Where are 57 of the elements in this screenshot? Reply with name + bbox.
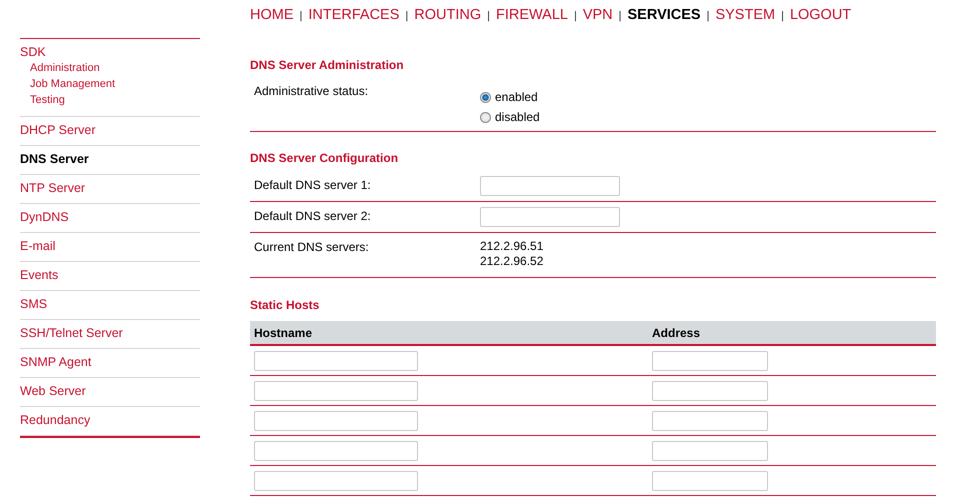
sidebar-item[interactable]: E-mail — [20, 239, 56, 254]
field-label: Administrative status: — [254, 84, 370, 100]
sidebar-item[interactable]: SMS — [20, 297, 48, 312]
column-header: Hostname — [253, 326, 314, 340]
address-field[interactable] — [652, 380, 768, 400]
nav-link[interactable]: SYSTEM — [715, 7, 776, 23]
nav-link[interactable]: HOME — [250, 7, 294, 23]
sidebar-subitem[interactable]: Job Management — [30, 76, 115, 92]
nav-link[interactable]: SERVICES — [628, 7, 701, 23]
address-field[interactable] — [652, 350, 768, 370]
address-field[interactable] — [652, 440, 768, 460]
sidebar-subitem[interactable]: Testing — [30, 92, 65, 108]
sidebar-item[interactable]: SSH/Telnet Server — [20, 326, 123, 341]
sidebar-item[interactable]: SDK — [20, 45, 46, 60]
hostname-field[interactable] — [254, 440, 418, 460]
sidebar-item[interactable]: SNMP Agent — [20, 355, 92, 370]
nav-link[interactable]: ROUTING — [414, 7, 482, 23]
radio-button[interactable] — [480, 112, 491, 122]
nav-separator: | — [706, 10, 710, 22]
hostname-field[interactable] — [254, 410, 418, 430]
address-field[interactable] — [652, 470, 768, 490]
section-title: Static Hosts — [250, 298, 320, 312]
nav-separator: | — [405, 10, 408, 22]
nav-link[interactable]: FIREWALL — [496, 7, 568, 23]
radio-button[interactable] — [480, 92, 491, 102]
nav-link[interactable]: INTERFACES — [308, 7, 400, 23]
sidebar-item[interactable]: Redundancy — [20, 413, 90, 428]
server-address: 212.2.96.52 — [480, 254, 544, 269]
radio-label: enabled — [495, 90, 538, 104]
sidebar-item[interactable]: DHCP Server — [20, 123, 96, 138]
hostname-field[interactable] — [254, 350, 418, 370]
input-field[interactable] — [480, 176, 620, 196]
sidebar-subitem[interactable]: Administration — [30, 60, 100, 76]
nav-separator: | — [300, 10, 302, 22]
server-address: 212.2.96.51 — [480, 239, 544, 254]
sidebar-item[interactable]: NTP Server — [20, 181, 86, 196]
nav-separator: | — [781, 10, 784, 22]
nav-separator: | — [618, 10, 622, 22]
column-header: Address — [651, 326, 700, 340]
field-label: Default DNS server 2: — [254, 208, 372, 225]
radio-label: disabled — [495, 110, 540, 124]
field-label: Current DNS servers: — [254, 239, 370, 256]
field-label: Default DNS server 1: — [254, 177, 372, 194]
hostname-field[interactable] — [254, 470, 418, 490]
hostname-field[interactable] — [254, 380, 418, 400]
section-title: DNS Server Administration — [250, 58, 405, 72]
section-title: DNS Server Configuration — [250, 151, 400, 165]
sidebar-item[interactable]: DNS Server — [20, 152, 89, 167]
sidebar-item[interactable]: Events — [20, 268, 58, 283]
nav-link[interactable]: LOGOUT — [790, 7, 852, 23]
sidebar-item[interactable]: Web Server — [20, 384, 86, 399]
nav-separator: | — [487, 10, 490, 22]
nav-separator: | — [574, 10, 577, 22]
address-field[interactable] — [652, 410, 768, 430]
sidebar-item[interactable]: DynDNS — [20, 210, 69, 225]
nav-link[interactable]: VPN — [582, 7, 613, 23]
input-field[interactable] — [480, 207, 620, 227]
